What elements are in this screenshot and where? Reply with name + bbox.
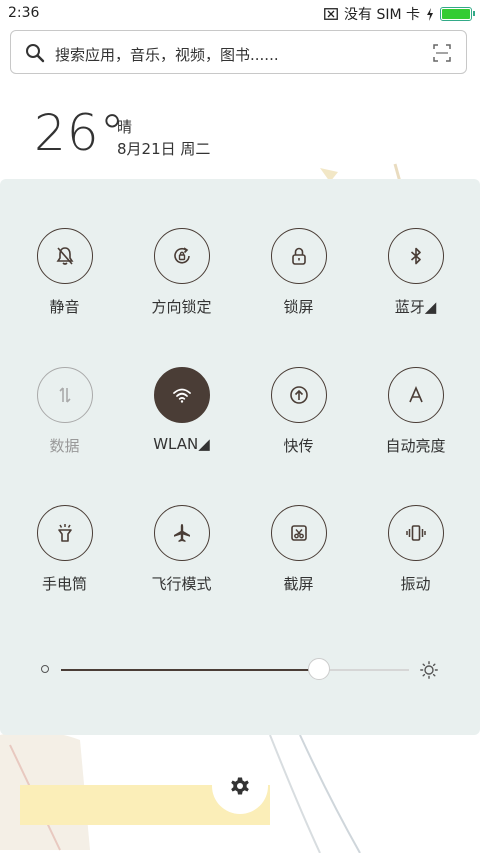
toggle-label: 振动 bbox=[400, 575, 431, 593]
toggle-wifi[interactable]: WLAN◢ bbox=[123, 367, 240, 467]
brightness-slider-fill bbox=[61, 669, 319, 671]
scan-icon[interactable] bbox=[432, 43, 452, 63]
toggle-bluetooth[interactable]: 蓝牙◢ bbox=[357, 228, 474, 328]
toggle-rotation-lock[interactable]: 方向锁定 bbox=[123, 228, 240, 328]
charging-icon bbox=[427, 7, 433, 21]
toggle-button[interactable] bbox=[387, 505, 444, 561]
toggle-screenshot[interactable]: 截屏 bbox=[240, 505, 357, 605]
toggle-button[interactable] bbox=[153, 505, 210, 561]
toggle-button[interactable] bbox=[270, 367, 327, 423]
toggle-button[interactable] bbox=[153, 367, 210, 423]
toggle-button[interactable] bbox=[153, 228, 210, 284]
data-icon bbox=[53, 383, 77, 407]
toggle-button[interactable] bbox=[387, 228, 444, 284]
toggle-airplane[interactable]: 飞行模式 bbox=[123, 505, 240, 605]
brightness-low-icon bbox=[41, 665, 49, 673]
brightness-slider-thumb[interactable] bbox=[307, 658, 330, 680]
toggle-label: 方向锁定 bbox=[151, 298, 212, 316]
toggle-label: 静音 bbox=[49, 298, 80, 316]
gear-icon bbox=[231, 777, 249, 795]
toggle-label: 蓝牙◢ bbox=[394, 298, 437, 316]
settings-button[interactable] bbox=[212, 758, 268, 814]
toggle-label: WLAN◢ bbox=[153, 435, 210, 453]
toggle-label: 快传 bbox=[283, 437, 314, 455]
toggle-label: 数据 bbox=[49, 437, 80, 455]
no-sim-icon bbox=[324, 8, 338, 20]
search-placeholder: 搜索应用，音乐，视频，图书...... bbox=[55, 46, 279, 64]
search-icon bbox=[26, 44, 45, 63]
weather-temperature: 26° bbox=[34, 104, 126, 162]
toggle-quick-transfer[interactable]: 快传 bbox=[240, 367, 357, 467]
toggle-button[interactable] bbox=[387, 367, 444, 423]
toggle-button[interactable] bbox=[36, 367, 93, 423]
toggle-flashlight[interactable]: 手电筒 bbox=[6, 505, 123, 605]
wifi-icon bbox=[170, 383, 194, 407]
battery-icon bbox=[440, 7, 475, 21]
status-bar: 2:36 没有 SIM 卡 bbox=[0, 0, 480, 28]
quick-transfer-icon bbox=[287, 383, 311, 407]
sim-status-text: 没有 SIM 卡 bbox=[344, 7, 420, 23]
toggle-silent[interactable]: 静音 bbox=[6, 228, 123, 328]
toggle-lock[interactable]: 锁屏 bbox=[240, 228, 357, 328]
status-time: 2:36 bbox=[8, 5, 40, 21]
brightness-high-icon bbox=[420, 661, 438, 679]
status-right: 没有 SIM 卡 bbox=[324, 4, 475, 24]
flashlight-icon bbox=[53, 521, 77, 545]
weather-date: 8月21日 周二 bbox=[117, 140, 211, 158]
silent-icon bbox=[53, 244, 77, 268]
weather-condition: 晴 bbox=[117, 118, 133, 136]
airplane-icon bbox=[170, 521, 194, 545]
lock-icon bbox=[287, 244, 311, 268]
vibrate-icon bbox=[404, 521, 428, 545]
brightness-slider[interactable] bbox=[61, 658, 409, 680]
search-bar[interactable]: 搜索应用，音乐，视频，图书...... bbox=[10, 30, 467, 74]
toggle-button[interactable] bbox=[36, 228, 93, 284]
toggle-button[interactable] bbox=[270, 505, 327, 561]
toggle-data[interactable]: 数据 bbox=[6, 367, 123, 467]
toggle-vibrate[interactable]: 振动 bbox=[357, 505, 474, 605]
auto-brightness-icon bbox=[404, 383, 428, 407]
toggle-label: 自动亮度 bbox=[385, 437, 446, 455]
bluetooth-icon bbox=[404, 244, 428, 268]
toggle-label: 锁屏 bbox=[283, 298, 314, 316]
rotation-lock-icon bbox=[170, 244, 194, 268]
toggle-button[interactable] bbox=[36, 505, 93, 561]
toggle-button[interactable] bbox=[270, 228, 327, 284]
screenshot-icon bbox=[287, 521, 311, 545]
toggle-label: 手电筒 bbox=[41, 575, 87, 593]
toggle-auto-brightness[interactable]: 自动亮度 bbox=[357, 367, 474, 467]
toggle-label: 飞行模式 bbox=[151, 575, 212, 593]
toggle-label: 截屏 bbox=[283, 575, 314, 593]
